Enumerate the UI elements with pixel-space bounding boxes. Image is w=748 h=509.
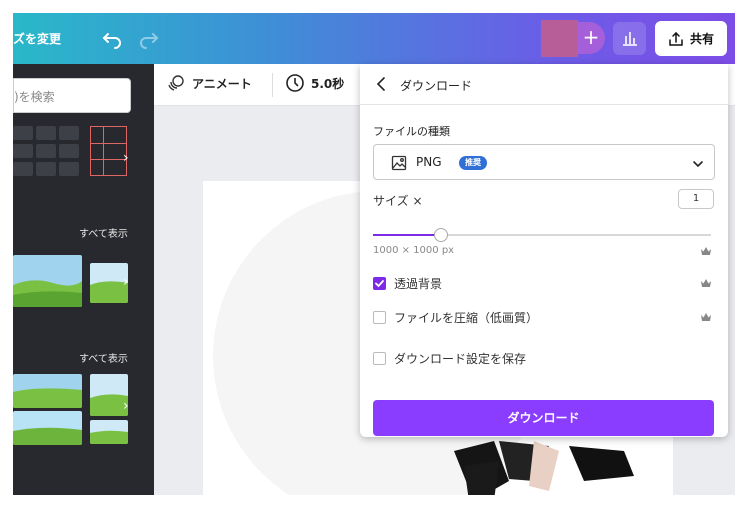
stats-icon — [623, 32, 637, 46]
option-transparent-bg[interactable]: 透過背景 — [373, 275, 442, 292]
see-all-link[interactable]: すべて表示 — [79, 225, 128, 240]
avatar[interactable] — [541, 20, 578, 57]
chevron-right-icon[interactable]: › — [123, 274, 129, 290]
resize-button[interactable]: ズを変更 — [13, 30, 61, 47]
download-panel-title: ダウンロード — [400, 79, 473, 93]
stats-button[interactable] — [613, 22, 646, 55]
grid-tile[interactable] — [13, 162, 33, 176]
grid-tile[interactable] — [13, 126, 33, 140]
checkbox[interactable] — [373, 277, 386, 290]
redo-icon[interactable] — [137, 26, 161, 50]
option-save-settings[interactable]: ダウンロード設定を保存 — [373, 350, 526, 367]
option-label: ファイルを圧縮（低画質） — [394, 311, 539, 325]
caret-down-icon — [693, 161, 703, 168]
grid-tile[interactable] — [59, 126, 79, 140]
chevron-right-icon[interactable]: › — [123, 398, 129, 414]
grid-tile[interactable] — [13, 144, 33, 158]
crown-icon — [701, 279, 711, 287]
landscape-template[interactable] — [13, 255, 82, 307]
download-panel: ダウンロード ファイルの種類 PNG 推奨 サイズ × 1 1000 × 100… — [360, 64, 728, 437]
duration-label: 5.0秒 — [311, 76, 345, 91]
landscape-template[interactable] — [13, 374, 82, 408]
size-slider-thumb[interactable] — [433, 228, 448, 242]
grid-tile[interactable] — [59, 144, 79, 158]
grid-tile[interactable] — [36, 144, 56, 158]
size-input[interactable]: 1 — [678, 189, 714, 209]
share-label: 共有 — [689, 32, 714, 46]
add-collaborator-button[interactable]: + — [577, 22, 605, 54]
chevron-right-icon[interactable]: › — [123, 150, 129, 166]
back-icon[interactable] — [372, 74, 392, 94]
animate-label: アニメート — [192, 76, 252, 91]
side-panel: )を検索 › すべて表示 › すべて表示 › — [13, 64, 154, 495]
clock-icon — [286, 74, 304, 92]
share-button[interactable]: 共有 — [655, 21, 727, 56]
toolbar-divider — [272, 73, 273, 97]
grid-tile[interactable] — [36, 162, 56, 176]
character-image[interactable] — [454, 441, 644, 495]
animate-icon — [168, 75, 184, 91]
duration-button[interactable]: 5.0秒 — [285, 73, 344, 93]
undo-icon[interactable] — [100, 26, 124, 50]
filetype-value: PNG — [416, 155, 442, 169]
download-button[interactable]: ダウンロード — [373, 400, 714, 436]
check-icon — [375, 280, 384, 288]
dimensions-label: 1000 × 1000 px — [373, 245, 455, 256]
checkbox[interactable] — [373, 311, 386, 324]
search-input[interactable]: )を検索 — [13, 78, 131, 113]
recommended-badge: 推奨 — [459, 156, 487, 170]
crown-icon — [701, 313, 711, 321]
app-window: ズを変更 + 共有 )を検索 › すべて表示 › すべて表示 › アニメート 5… — [13, 13, 735, 495]
landscape-template[interactable] — [90, 420, 128, 444]
option-label: ダウンロード設定を保存 — [394, 352, 527, 366]
option-label: 透過背景 — [394, 277, 443, 291]
grid-tile[interactable] — [59, 162, 79, 176]
grid-tile-red[interactable] — [90, 126, 127, 176]
landscape-template[interactable] — [13, 411, 82, 445]
share-icon — [669, 31, 683, 46]
image-icon — [391, 155, 407, 171]
checkbox[interactable] — [373, 352, 386, 365]
size-slider[interactable] — [373, 228, 711, 242]
filetype-select[interactable]: PNG 推奨 — [373, 144, 715, 180]
top-bar: ズを変更 + 共有 — [13, 13, 735, 64]
crown-icon — [701, 247, 711, 255]
size-label: サイズ × — [373, 194, 423, 208]
grid-tile[interactable] — [36, 126, 56, 140]
option-compress-file[interactable]: ファイルを圧縮（低画質） — [373, 309, 538, 326]
filetype-label: ファイルの種類 — [373, 125, 450, 138]
download-panel-header: ダウンロード — [360, 64, 728, 105]
see-all-link[interactable]: すべて表示 — [79, 350, 128, 365]
size-slider-fill — [373, 234, 441, 236]
animate-button[interactable]: アニメート — [166, 73, 252, 93]
